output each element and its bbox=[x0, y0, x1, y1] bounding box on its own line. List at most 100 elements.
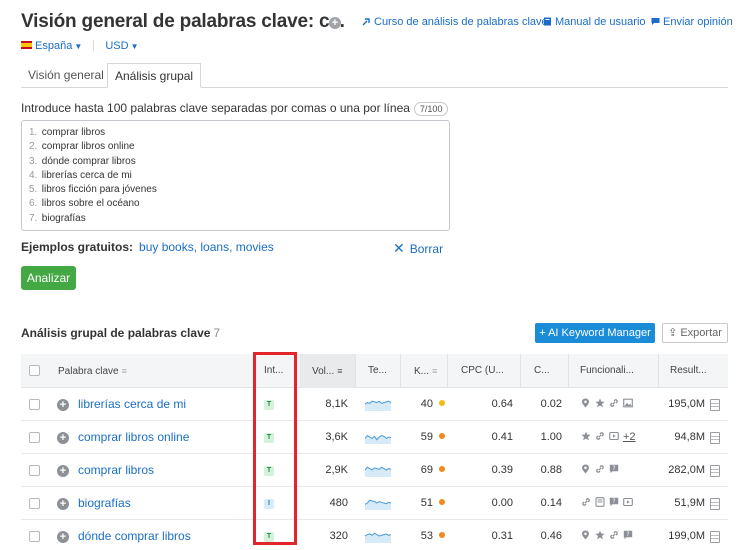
keyword-link[interactable]: comprar libros bbox=[78, 454, 154, 487]
star-icon bbox=[595, 389, 605, 408]
more-features-link[interactable]: +2 bbox=[623, 431, 636, 443]
title-row: Visión general de palabras clave: c... +… bbox=[21, 11, 741, 37]
sort-icon: ≡ bbox=[432, 366, 438, 376]
manual-link[interactable]: Manual de usuario bbox=[543, 16, 646, 28]
examples-link[interactable]: buy books, loans, movies bbox=[139, 240, 274, 254]
col-kd[interactable]: K... ≡ bbox=[400, 354, 447, 388]
kd-dot bbox=[434, 487, 445, 520]
add-keyword-icon[interactable]: + bbox=[57, 531, 69, 543]
link-icon bbox=[581, 488, 590, 506]
volume-value: 2,9K bbox=[325, 464, 348, 476]
cpc-value: 0.31 bbox=[491, 530, 513, 542]
page-title: Visión general de palabras clave: c... bbox=[21, 11, 345, 32]
col-volume[interactable]: Vol... ≡ bbox=[300, 354, 355, 388]
clear-button[interactable]: ✕ Borrar bbox=[393, 240, 443, 257]
keyword-link[interactable]: biografías bbox=[78, 487, 131, 520]
col-results[interactable]: Result... bbox=[658, 354, 728, 388]
kd-value: 51 bbox=[420, 497, 433, 509]
book-icon bbox=[543, 17, 552, 26]
tab-analisis-grupal[interactable]: Análisis grupal bbox=[107, 63, 202, 88]
document-icon[interactable] bbox=[710, 399, 720, 411]
sort-desc-icon: ≡ bbox=[337, 366, 343, 376]
svg-text:?: ? bbox=[626, 531, 629, 538]
course-link[interactable]: Curso de análisis de palabras clave bbox=[362, 16, 548, 28]
results-value: 282,0M bbox=[668, 464, 705, 476]
add-keyword-icon[interactable]: + bbox=[57, 498, 69, 510]
keyword-line: 5. libros ficción para jóvenes bbox=[29, 184, 157, 196]
row-checkbox[interactable] bbox=[29, 531, 40, 542]
svg-text:?: ? bbox=[612, 498, 615, 505]
document-icon[interactable] bbox=[710, 498, 720, 510]
table-row[interactable]: + comprar libros T 2,9K 69 0.39 0.88? 282,0M bbox=[21, 454, 728, 487]
kd-dot bbox=[434, 520, 445, 550]
document-icon[interactable] bbox=[710, 465, 720, 477]
country-select[interactable]: España ▼ bbox=[21, 40, 82, 52]
keyword-link[interactable]: comprar libros online bbox=[78, 421, 189, 454]
trend-sparkline bbox=[364, 397, 392, 411]
trend-sparkline bbox=[364, 430, 392, 444]
keyword-link[interactable]: librerías cerca de mi bbox=[78, 388, 186, 421]
table-row[interactable]: + biografías I 480 51 0.00 0.14? 51,9M bbox=[21, 487, 728, 520]
row-checkbox[interactable] bbox=[29, 498, 40, 509]
keyword-counter: 7/100 bbox=[413, 102, 449, 116]
add-keyword-icon[interactable]: + bbox=[57, 399, 69, 411]
analyze-button[interactable]: Analizar bbox=[21, 266, 76, 290]
trend-sparkline bbox=[364, 529, 392, 543]
document-icon[interactable] bbox=[710, 432, 720, 444]
select-all-checkbox[interactable] bbox=[29, 365, 40, 376]
col-competition[interactable]: C... bbox=[520, 354, 568, 388]
tab-vision-general[interactable]: Visión general bbox=[21, 63, 111, 88]
chevron-down-icon: ▼ bbox=[74, 42, 83, 51]
feedback-link[interactable]: Enviar opinión bbox=[651, 16, 733, 28]
keyword-link[interactable]: dónde comprar libros bbox=[78, 520, 191, 550]
chat-icon bbox=[651, 17, 660, 26]
competition-value: 0.88 bbox=[540, 464, 562, 476]
chevron-down-icon: ▼ bbox=[130, 42, 139, 51]
table-header: Palabra clave ≡ Int... Vol... ≡ Te... K...… bbox=[21, 354, 728, 388]
cpc-value: 0.39 bbox=[491, 464, 513, 476]
faq-icon: ? bbox=[623, 521, 633, 540]
country-label: España bbox=[35, 40, 73, 52]
keywords-textarea[interactable]: 1. comprar libros 2. comprar libros onli… bbox=[21, 120, 450, 231]
add-keyword-icon[interactable]: + bbox=[57, 432, 69, 444]
currency-select[interactable]: USD ▼ bbox=[105, 40, 138, 52]
examples-row: Ejemplos gratuitos: buy books, loans, mov… bbox=[21, 240, 274, 254]
instructions-text: Introduce hasta 100 palabras clave separ… bbox=[21, 101, 410, 115]
keyword-line: 3. dónde comprar libros bbox=[29, 155, 136, 167]
divider bbox=[93, 40, 95, 51]
keyword-line: 6. libros sobre el océano bbox=[29, 198, 140, 210]
ai-keyword-manager-button[interactable]: + AI Keyword Manager bbox=[535, 323, 655, 343]
col-cpc[interactable]: CPC (U... bbox=[447, 354, 520, 388]
volume-value: 8,1K bbox=[325, 398, 348, 410]
row-checkbox[interactable] bbox=[29, 399, 40, 410]
table-row[interactable]: + comprar libros online T 3,6K 59 0.41 1.00 +2 9… bbox=[21, 421, 728, 454]
serp-features: ? bbox=[581, 454, 623, 487]
col-keyword[interactable]: Palabra clave ≡ bbox=[58, 354, 248, 388]
keyword-line: 2. comprar libros online bbox=[29, 141, 135, 153]
link-icon bbox=[609, 521, 618, 539]
add-icon[interactable]: + bbox=[329, 17, 341, 29]
instructions: Introduce hasta 100 palabras clave separ… bbox=[21, 101, 449, 116]
cpc-value: 0.00 bbox=[491, 497, 513, 509]
results-title: Análisis grupal de palabras clave 7 bbox=[21, 326, 221, 340]
results-count: 7 bbox=[213, 326, 221, 340]
link-icon bbox=[595, 455, 604, 473]
trend-sparkline bbox=[364, 496, 392, 510]
star-icon bbox=[595, 521, 605, 540]
kd-dot bbox=[434, 388, 445, 421]
add-keyword-icon[interactable]: + bbox=[57, 465, 69, 477]
link-icon bbox=[609, 389, 618, 407]
document-icon[interactable] bbox=[710, 531, 720, 543]
course-icon bbox=[362, 17, 371, 26]
row-checkbox[interactable] bbox=[29, 432, 40, 443]
table-row[interactable]: + dónde comprar libros T 320 53 0.31 0.46? 199,… bbox=[21, 520, 728, 550]
results-value: 195,0M bbox=[668, 398, 705, 410]
cpc-value: 0.64 bbox=[491, 398, 513, 410]
serp-features: ? bbox=[581, 520, 637, 550]
svg-text:?: ? bbox=[612, 465, 615, 472]
table-row[interactable]: + librerías cerca de mi T 8,1K 40 0.64 0.02 195… bbox=[21, 388, 728, 421]
col-serp-features[interactable]: Funcionali... bbox=[568, 354, 658, 388]
export-button[interactable]: ⇪ Exportar bbox=[662, 323, 728, 343]
row-checkbox[interactable] bbox=[29, 465, 40, 476]
col-trend[interactable]: Te... bbox=[355, 354, 400, 388]
